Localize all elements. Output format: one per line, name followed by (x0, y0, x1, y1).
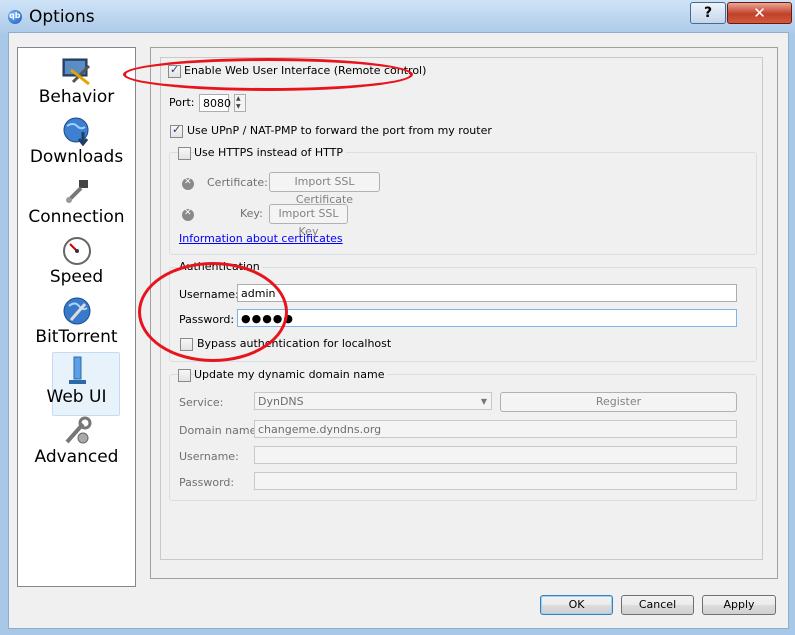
auth-password-input[interactable]: ●●●●● (237, 309, 737, 327)
sidebar-item-advanced[interactable]: Advanced (18, 414, 135, 474)
sidebar-item-downloads[interactable]: Downloads (18, 114, 135, 174)
port-spinner[interactable]: ▲ ▼ (234, 94, 246, 112)
register-button[interactable]: Register (500, 392, 737, 412)
domain-name-label: Domain name: (179, 424, 261, 437)
dyndns-checkbox[interactable] (178, 369, 191, 382)
sidebar-label-web-ui: Web UI (46, 387, 107, 407)
chevron-down-icon: ▼ (480, 397, 487, 406)
close-button[interactable]: ✕ (727, 2, 792, 24)
behavior-icon (62, 58, 90, 86)
upnp-label: Use UPnP / NAT-PMP to forward the port f… (187, 124, 492, 137)
domain-name-input[interactable]: changeme.dyndns.org (254, 420, 737, 438)
speedometer-icon (62, 237, 91, 265)
qbittorrent-app-icon (8, 10, 22, 24)
sidebar-item-bittorrent[interactable]: BitTorrent (18, 294, 135, 354)
key-lock-icon (182, 208, 194, 221)
port-label: Port: (169, 96, 195, 109)
key-label: Key: (240, 207, 263, 220)
dyndns-password-input[interactable] (254, 472, 737, 490)
certificate-label: Certificate: (207, 176, 268, 189)
import-ssl-certificate-button[interactable]: Import SSL Certificate (269, 172, 380, 206)
auth-username-input[interactable]: admin (237, 284, 737, 302)
certificates-info-link[interactable]: Information about certificates (179, 232, 343, 245)
import-ssl-key-button[interactable]: Import SSL Key (269, 204, 348, 238)
service-dropdown-value: DynDNS (258, 395, 304, 408)
sidebar-item-behavior[interactable]: Behavior (18, 54, 135, 114)
web-ui-tower-icon (68, 356, 86, 384)
sidebar-label-behavior: Behavior (38, 87, 115, 107)
port-input[interactable]: 8080 (199, 94, 231, 112)
sidebar-item-speed[interactable]: Speed (18, 234, 135, 294)
sidebar-item-connection[interactable]: Connection (18, 174, 135, 234)
sidebar-label-advanced: Advanced (34, 447, 119, 467)
sidebar-label-bittorrent: BitTorrent (35, 327, 118, 347)
dyndns-label: Update my dynamic domain name (194, 368, 388, 381)
service-label: Service: (179, 396, 224, 409)
apply-button[interactable]: Apply (702, 595, 776, 615)
help-button[interactable]: ? (690, 2, 726, 24)
title-bar[interactable]: Options ? ✕ (0, 0, 795, 34)
service-dropdown[interactable]: DynDNS ▼ (254, 392, 492, 410)
annotation-ellipse-enable (123, 58, 413, 91)
certificate-lock-icon (182, 177, 194, 190)
options-window: Options ? ✕ Behavior Down (0, 0, 795, 635)
sidebar-label-downloads: Downloads (29, 147, 124, 167)
window-title: Options (29, 7, 95, 27)
sidebar-label-speed: Speed (49, 267, 104, 287)
use-https-label: Use HTTPS instead of HTTP (194, 146, 346, 159)
cancel-button[interactable]: Cancel (621, 595, 694, 615)
dyndns-password-label: Password: (179, 476, 235, 489)
dyndns-username-label: Username: (179, 450, 239, 463)
connection-plug-icon (65, 180, 88, 203)
dyndns-username-input[interactable] (254, 446, 737, 464)
downloads-globe-icon (63, 117, 88, 146)
use-https-checkbox[interactable] (178, 147, 191, 160)
ok-button[interactable]: OK (540, 595, 613, 615)
upnp-checkbox[interactable] (170, 123, 183, 138)
sidebar-label-connection: Connection (28, 207, 125, 227)
annotation-ellipse-credentials (138, 262, 288, 362)
dialog-client-area: Behavior Downloads Connection Speed BitT… (8, 32, 789, 629)
sidebar-item-web-ui[interactable]: Web UI (18, 352, 135, 416)
options-sidebar: Behavior Downloads Connection Speed BitT… (17, 47, 136, 587)
advanced-tools-icon (65, 416, 91, 444)
bittorrent-globe-icon (63, 297, 90, 325)
